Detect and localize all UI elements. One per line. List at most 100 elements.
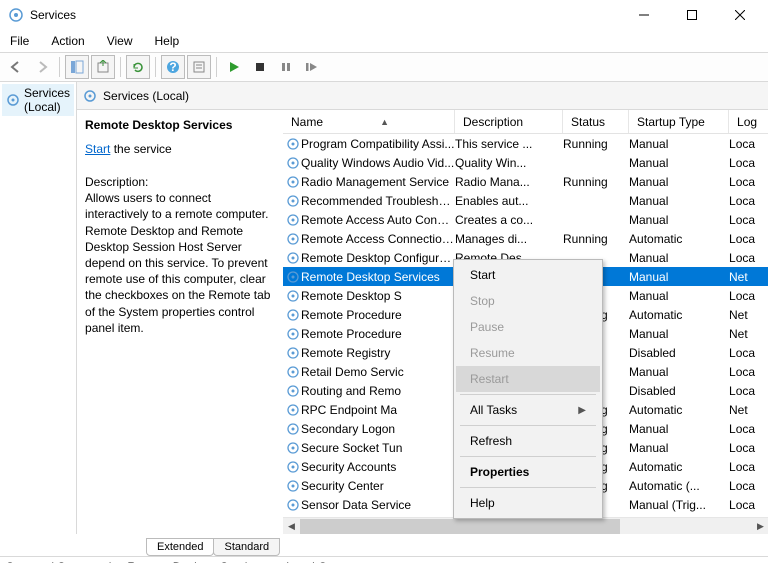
gear-icon (283, 137, 301, 151)
restart-service-button[interactable] (300, 55, 324, 79)
toolbar-separator (216, 57, 217, 77)
gear-icon (283, 289, 301, 303)
gear-icon (283, 460, 301, 474)
gear-icon (283, 403, 301, 417)
horizontal-scrollbar[interactable]: ◀ ▶ (283, 517, 768, 534)
cell-name: RPC Endpoint Ma (301, 403, 455, 417)
toolbar: ? (0, 52, 768, 82)
start-service-link[interactable]: Start (85, 142, 110, 156)
cell-logon: Loca (729, 346, 768, 360)
cell-startup: Manual (629, 194, 729, 208)
cell-logon: Loca (729, 365, 768, 379)
submenu-arrow-icon: ▶ (578, 405, 586, 416)
properties-button[interactable] (187, 55, 211, 79)
cell-startup: Automatic (629, 232, 729, 246)
gear-icon (283, 479, 301, 493)
cell-name: Remote Procedure (301, 308, 455, 322)
cell-startup: Manual (629, 137, 729, 151)
col-header-logon[interactable]: Log (729, 110, 768, 133)
context-menu: Start Stop Pause Resume Restart All Task… (453, 259, 603, 519)
cell-status: Running (563, 137, 629, 151)
menu-file[interactable]: File (6, 32, 33, 50)
ctx-separator (460, 487, 596, 488)
cell-name: Security Accounts (301, 460, 455, 474)
gear-icon (283, 156, 301, 170)
sort-asc-icon: ▲ (380, 117, 389, 127)
service-row[interactable]: Recommended Troublesho...Enables aut...M… (283, 191, 768, 210)
col-header-description[interactable]: Description (455, 110, 563, 133)
console-tree-pane: Services (Local) (0, 82, 77, 534)
tab-extended[interactable]: Extended (146, 538, 214, 556)
gear-icon (283, 346, 301, 360)
cell-logon: Loca (729, 137, 768, 151)
cell-startup: Automatic (629, 308, 729, 322)
cell-startup: Automatic (... (629, 479, 729, 493)
col-header-startup[interactable]: Startup Type (629, 110, 729, 133)
col-header-name[interactable]: Name▲ (283, 110, 455, 133)
right-pane-header: Services (Local) (77, 82, 768, 110)
cell-logon: Loca (729, 156, 768, 170)
refresh-button[interactable] (126, 55, 150, 79)
window-title: Services (30, 8, 624, 22)
menubar: File Action View Help (0, 30, 768, 52)
back-button[interactable] (4, 55, 28, 79)
cell-logon: Net (729, 327, 768, 341)
ctx-start[interactable]: Start (456, 262, 600, 288)
gear-icon (83, 89, 97, 103)
service-row[interactable]: Quality Windows Audio Vid...Quality Win.… (283, 153, 768, 172)
cell-startup: Automatic (629, 403, 729, 417)
cell-name: Secure Socket Tun (301, 441, 455, 455)
close-button[interactable] (720, 3, 760, 27)
cell-startup: Manual (629, 365, 729, 379)
tree-node-services-local[interactable]: Services (Local) (2, 84, 74, 116)
cell-startup: Disabled (629, 346, 729, 360)
help-button[interactable]: ? (161, 55, 185, 79)
start-service-button[interactable] (222, 55, 246, 79)
service-row[interactable]: Remote Access Connection...Manages di...… (283, 229, 768, 248)
cell-startup: Manual (629, 270, 729, 284)
description-text: Allows users to connect interactively to… (85, 190, 275, 336)
scrollbar-thumb[interactable] (300, 519, 620, 534)
gear-icon (6, 93, 20, 107)
ctx-properties[interactable]: Properties (456, 459, 600, 485)
gear-icon (283, 194, 301, 208)
show-hide-tree-button[interactable] (65, 55, 89, 79)
ctx-refresh[interactable]: Refresh (456, 428, 600, 454)
pause-service-button[interactable] (274, 55, 298, 79)
cell-logon: Loca (729, 175, 768, 189)
cell-description: Creates a co... (455, 213, 563, 227)
service-row[interactable]: Remote Access Auto Conne...Creates a co.… (283, 210, 768, 229)
cell-name: Security Center (301, 479, 455, 493)
cell-name: Remote Desktop Services (301, 270, 455, 284)
cell-startup: Manual (629, 441, 729, 455)
cell-description: Manages di... (455, 232, 563, 246)
cell-name: Remote Desktop Configurat... (301, 251, 455, 265)
menu-view[interactable]: View (103, 32, 137, 50)
service-row[interactable]: Radio Management ServiceRadio Mana...Run… (283, 172, 768, 191)
col-header-status[interactable]: Status (563, 110, 629, 133)
window-titlebar: Services (0, 0, 768, 30)
menu-help[interactable]: Help (151, 32, 184, 50)
cell-description: Enables aut... (455, 194, 563, 208)
scroll-left-arrow[interactable]: ◀ (283, 518, 300, 535)
cell-logon: Loca (729, 194, 768, 208)
tab-standard[interactable]: Standard (213, 538, 280, 556)
cell-name: Remote Access Auto Conne... (301, 213, 455, 227)
ctx-help[interactable]: Help (456, 490, 600, 516)
service-row[interactable]: Program Compatibility Assi...This servic… (283, 134, 768, 153)
menu-action[interactable]: Action (47, 32, 88, 50)
selected-service-heading: Remote Desktop Services (85, 118, 275, 132)
ctx-all-tasks[interactable]: All Tasks▶ (456, 397, 600, 423)
ctx-restart: Restart (456, 366, 600, 392)
forward-button[interactable] (30, 55, 54, 79)
cell-logon: Loca (729, 422, 768, 436)
cell-description: Radio Mana... (455, 175, 563, 189)
maximize-button[interactable] (672, 3, 712, 27)
toolbar-separator (120, 57, 121, 77)
stop-service-button[interactable] (248, 55, 272, 79)
minimize-button[interactable] (624, 3, 664, 27)
link-suffix: the service (110, 142, 171, 156)
scroll-right-arrow[interactable]: ▶ (752, 518, 768, 535)
export-list-button[interactable] (91, 55, 115, 79)
cell-name: Remote Access Connection... (301, 232, 455, 246)
